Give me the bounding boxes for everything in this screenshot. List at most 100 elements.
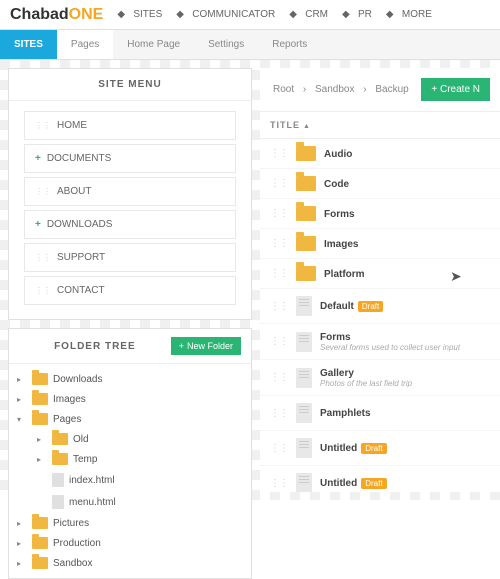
folder-icon xyxy=(296,206,316,221)
tree-item[interactable]: ▸Temp xyxy=(9,449,251,469)
breadcrumb-item[interactable]: Backup xyxy=(375,84,408,95)
drag-handle-icon[interactable]: ⋮⋮ xyxy=(270,372,288,383)
file-icon xyxy=(296,403,312,423)
arrow-icon: ▸ xyxy=(37,435,47,444)
file-list: ⋮⋮Audio⋮⋮Code⋮⋮Forms⋮⋮Images⋮⋮Platform⋮⋮… xyxy=(260,139,500,492)
create-button[interactable]: + Create N xyxy=(421,78,490,101)
file-name: Audio xyxy=(324,149,352,160)
tree-item[interactable]: index.html xyxy=(9,469,251,491)
drag-handle-icon[interactable]: ⋮⋮ xyxy=(270,178,288,189)
grip-icon: ⋮⋮ xyxy=(35,253,51,262)
site-menu-title: SITE MENU xyxy=(9,69,251,101)
file-name: Default xyxy=(320,301,354,312)
topnav-item[interactable]: ◆COMMUNICATOR xyxy=(176,9,275,21)
topnav-item[interactable]: ◆SITES xyxy=(117,9,162,21)
folder-icon xyxy=(52,433,68,445)
tree-item[interactable]: ▸Pictures xyxy=(9,513,251,533)
tree-item[interactable]: ▸Downloads xyxy=(9,369,251,389)
folder-tree-panel: FOLDER TREE +New Folder ▸Downloads▸Image… xyxy=(8,328,252,579)
tree-item[interactable]: menu.html xyxy=(9,491,251,513)
file-row[interactable]: ⋮⋮Pamphlets xyxy=(260,396,500,431)
folder-icon xyxy=(32,413,48,425)
breadcrumb-item[interactable]: Sandbox xyxy=(315,84,354,95)
tab[interactable]: Reports xyxy=(258,30,321,59)
folder-icon xyxy=(32,517,48,529)
site-menu-item[interactable]: ⋮⋮SUPPORT xyxy=(24,243,236,272)
tree-item[interactable]: ▸Production xyxy=(9,533,251,553)
status-badge: Draft xyxy=(361,443,386,454)
file-icon xyxy=(296,438,312,458)
site-menu-item[interactable]: +DOWNLOADS xyxy=(24,210,236,239)
site-menu-item[interactable]: ⋮⋮HOME xyxy=(24,111,236,140)
file-name: Images xyxy=(324,239,358,250)
drag-handle-icon[interactable]: ⋮⋮ xyxy=(270,238,288,249)
arrow-icon: ▸ xyxy=(17,519,27,528)
site-menu-item[interactable]: ⋮⋮CONTACT xyxy=(24,276,236,305)
file-row[interactable]: ⋮⋮ Forms xyxy=(260,199,500,229)
file-name: Code xyxy=(324,179,349,190)
tab[interactable]: Settings xyxy=(194,30,258,59)
site-menu-item[interactable]: +DOCUMENTS xyxy=(24,144,236,173)
file-row[interactable]: ⋮⋮ GalleryPhotos of the last field trip xyxy=(260,360,500,396)
tree-item[interactable]: ▸Old xyxy=(9,429,251,449)
file-row[interactable]: ⋮⋮ Audio xyxy=(260,139,500,169)
file-name: Forms xyxy=(320,332,351,343)
arrow-icon: ▸ xyxy=(37,455,47,464)
logo: ChabadONE xyxy=(10,6,103,24)
folder-tree-header: FOLDER TREE +New Folder xyxy=(9,329,251,364)
grip-icon: ⋮⋮ xyxy=(35,286,51,295)
arrow-icon: ▸ xyxy=(17,539,27,548)
chevron-right-icon: › xyxy=(300,84,309,95)
drag-handle-icon[interactable]: ⋮⋮ xyxy=(270,208,288,219)
folder-icon xyxy=(32,373,48,385)
drag-handle-icon[interactable]: ⋮⋮ xyxy=(270,268,288,279)
file-subtitle: Photos of the last field trip xyxy=(320,379,412,388)
breadcrumb[interactable]: Root › Sandbox › Backup xyxy=(270,84,412,95)
expand-icon: + xyxy=(35,153,41,164)
file-name: Untitled xyxy=(320,478,357,489)
drag-handle-icon[interactable]: ⋮⋮ xyxy=(270,443,288,454)
folder-icon xyxy=(52,453,68,465)
nav-icon: ◆ xyxy=(342,9,354,21)
drag-handle-icon[interactable]: ⋮⋮ xyxy=(270,408,288,419)
file-icon xyxy=(52,495,64,509)
tab[interactable]: Home Page xyxy=(113,30,194,59)
file-row[interactable]: ⋮⋮UntitledDraft xyxy=(260,466,500,492)
new-folder-button[interactable]: +New Folder xyxy=(171,337,241,355)
site-menu-item[interactable]: ⋮⋮ABOUT xyxy=(24,177,236,206)
drag-handle-icon[interactable]: ⋮⋮ xyxy=(270,336,288,347)
folder-icon xyxy=(296,266,316,281)
file-icon xyxy=(296,473,312,492)
expand-icon: + xyxy=(35,219,41,230)
topnav-item[interactable]: ◆PR xyxy=(342,9,372,21)
grip-icon: ⋮⋮ xyxy=(35,121,51,130)
tab[interactable]: SITES xyxy=(0,30,57,59)
tree-item[interactable]: ▾Pages xyxy=(9,409,251,429)
file-row[interactable]: ⋮⋮FormsSeveral forms used to collect use… xyxy=(260,324,500,360)
nav-icon: ◆ xyxy=(176,9,188,21)
drag-handle-icon[interactable]: ⋮⋮ xyxy=(270,301,288,312)
file-name: Forms xyxy=(324,209,355,220)
nav-icon: ◆ xyxy=(117,9,129,21)
folder-icon xyxy=(32,393,48,405)
left-column: SITE MENU ⋮⋮HOME +DOCUMENTS ⋮⋮ABOUT +DOWNLO… xyxy=(0,60,260,500)
tab[interactable]: Pages xyxy=(57,30,113,59)
topnav-item[interactable]: ◆MORE xyxy=(386,9,432,21)
file-name: Untitled xyxy=(320,443,357,454)
column-header-title[interactable]: TITLE▲ xyxy=(260,112,500,139)
file-row[interactable]: ⋮⋮ Code xyxy=(260,169,500,199)
file-row[interactable]: ⋮⋮ Untitled Draft xyxy=(260,431,500,466)
file-row[interactable]: ⋮⋮DefaultDraft xyxy=(260,289,500,324)
file-row[interactable]: ⋮⋮ Images xyxy=(260,229,500,259)
file-icon xyxy=(296,296,312,316)
drag-handle-icon[interactable]: ⋮⋮ xyxy=(270,478,288,489)
file-row[interactable]: ⋮⋮Platform xyxy=(260,259,500,289)
drag-handle-icon[interactable]: ⋮⋮ xyxy=(270,148,288,159)
breadcrumb-item[interactable]: Root xyxy=(273,84,294,95)
topnav-item[interactable]: ◆CRM xyxy=(289,9,328,21)
folder-icon xyxy=(296,236,316,251)
file-name: Gallery xyxy=(320,368,354,379)
tree-item[interactable]: ▸Images xyxy=(9,389,251,409)
arrow-icon: ▸ xyxy=(17,559,27,568)
tree-item[interactable]: ▸Sandbox xyxy=(9,553,251,573)
